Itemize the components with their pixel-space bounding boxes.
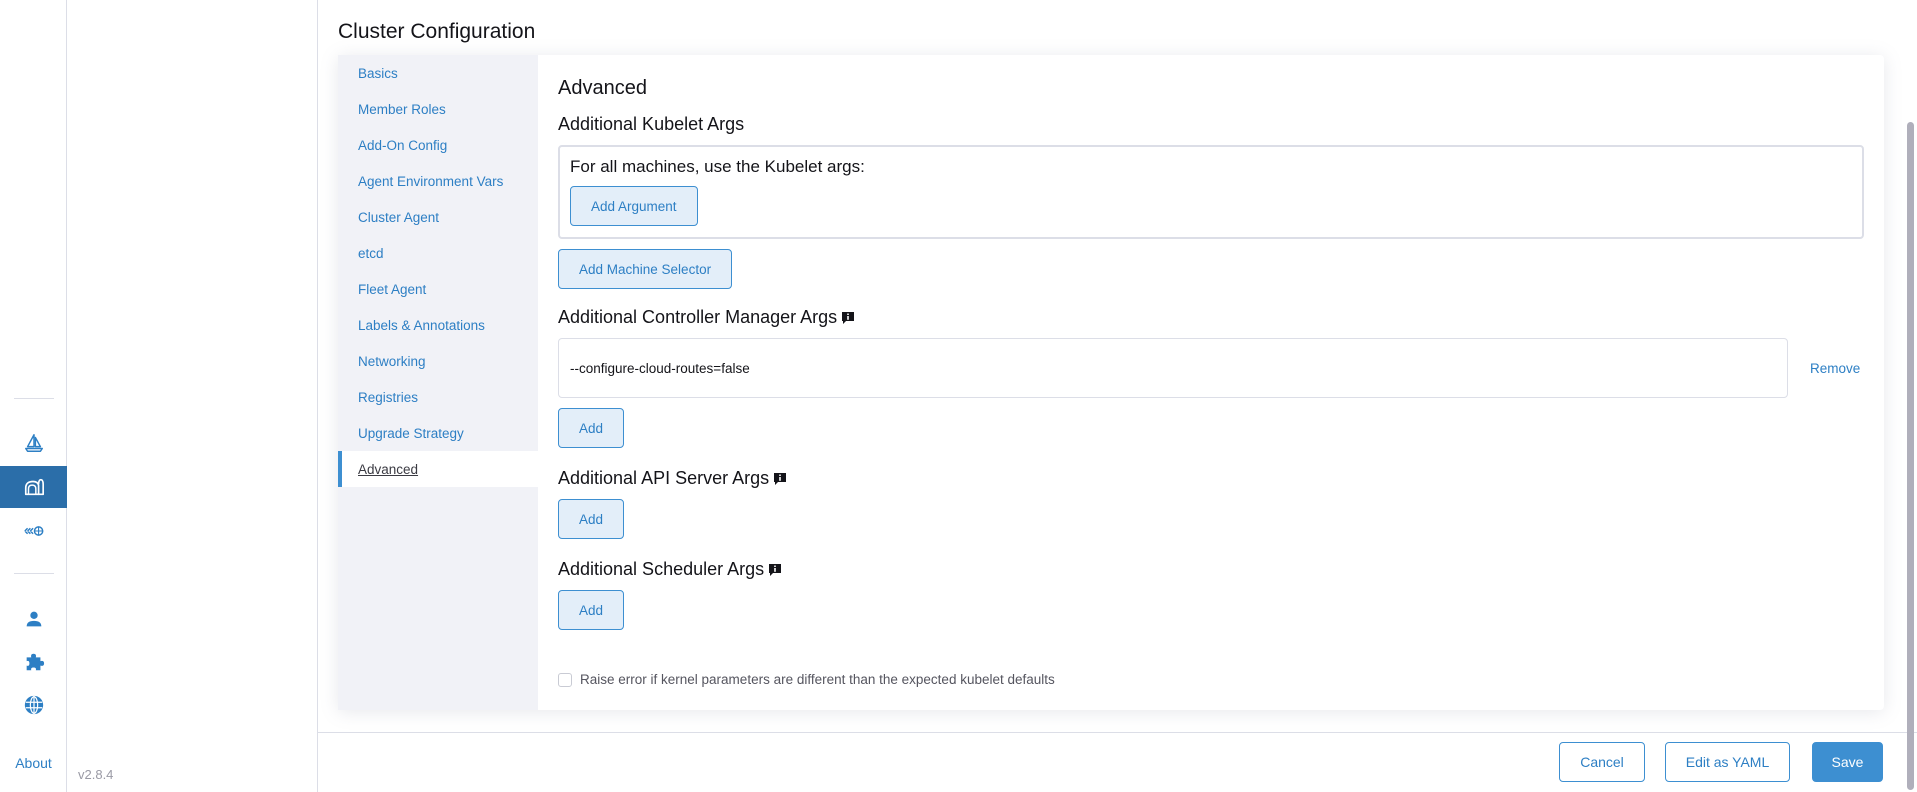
edit-as-yaml-button[interactable]: Edit as YAML — [1665, 742, 1790, 782]
add-api-server-arg-button[interactable]: Add — [558, 499, 625, 539]
kubelet-args-title: Additional Kubelet Args — [558, 114, 1864, 135]
footer-divider — [318, 732, 1917, 733]
controller-manager-args-title-text: Additional Controller Manager Args — [558, 307, 838, 327]
add-argument-button[interactable]: Add Argument — [570, 186, 698, 226]
api-server-args-title-text: Additional API Server Args — [558, 468, 770, 488]
kernel-params-checkbox[interactable] — [558, 672, 572, 687]
tab-label: Member Roles — [358, 101, 446, 117]
kubelet-args-title-text: Additional Kubelet Args — [558, 114, 745, 134]
section-title: Advanced — [558, 77, 647, 99]
vertical-scrollbar[interactable] — [1907, 122, 1914, 790]
tab-add-on-config[interactable]: Add-On Config — [338, 127, 538, 163]
version-label: v2.8.4 — [78, 767, 114, 782]
save-button[interactable]: Save — [1812, 742, 1883, 782]
controller-manager-arg-input[interactable]: --configure-cloud-routes=false — [558, 338, 1788, 398]
tab-agent-environment-vars[interactable]: Agent Environment Vars — [338, 163, 538, 199]
scheduler-args-title: Additional Scheduler Args — [558, 559, 1864, 580]
tab-label: Networking — [358, 353, 426, 369]
tab-etcd[interactable]: etcd — [338, 235, 538, 271]
rail-divider — [14, 573, 54, 574]
api-server-args-title: Additional API Server Args — [558, 468, 1864, 489]
kernel-params-label[interactable]: Raise error if kernel parameters are dif… — [580, 672, 1055, 687]
rail-divider — [14, 398, 54, 399]
info-icon[interactable] — [841, 311, 855, 325]
tab-label: Basics — [358, 65, 398, 81]
cluster-management-icon — [24, 478, 44, 496]
add-machine-selector-button[interactable]: Add Machine Selector — [558, 249, 733, 289]
side-rail: About — [0, 0, 67, 792]
rail-item-fleet[interactable] — [0, 422, 67, 464]
tab-registries[interactable]: Registries — [338, 379, 538, 415]
tab-member-roles[interactable]: Member Roles — [338, 91, 538, 127]
extensions-icon — [26, 653, 44, 671]
tab-labels-annotations[interactable]: Labels & Annotations — [338, 307, 538, 343]
app-root: About v2.8.4 Cluster Configuration Basic… — [0, 0, 1917, 792]
controller-manager-arg-row: --configure-cloud-routes=false Remove — [558, 338, 1864, 398]
tab-label: Add-On Config — [358, 137, 448, 153]
tab-label: Upgrade Strategy — [358, 425, 464, 441]
tab-label: Labels & Annotations — [358, 317, 485, 333]
kernel-check-row: Raise error if kernel parameters are dif… — [558, 672, 1055, 687]
remove-arg-link[interactable]: Remove — [1810, 361, 1860, 376]
tab-label: Registries — [358, 389, 419, 405]
network-icon — [23, 526, 43, 536]
info-icon[interactable] — [768, 563, 782, 577]
add-scheduler-arg-button[interactable]: Add — [558, 590, 625, 630]
config-tabs: Basics Member Roles Add-On Config Agent … — [338, 55, 538, 710]
tab-basics[interactable]: Basics — [338, 55, 538, 91]
tab-label: etcd — [358, 245, 384, 261]
rail-item-cluster-management[interactable] — [0, 466, 67, 508]
rail-item-global-settings[interactable] — [0, 684, 67, 726]
config-panel: Basics Member Roles Add-On Config Agent … — [338, 55, 1884, 710]
scheduler-args-title-text: Additional Scheduler Args — [558, 559, 765, 579]
tab-label: Cluster Agent — [358, 209, 440, 225]
info-icon[interactable] — [773, 472, 787, 486]
rail-item-virtualization[interactable] — [0, 510, 67, 552]
sailboat-icon — [24, 434, 43, 452]
kubelet-box-label: For all machines, use the Kubelet args: — [570, 157, 865, 176]
globe-icon — [24, 695, 43, 715]
secondary-nav — [67, 0, 318, 792]
tab-label: Advanced — [358, 461, 419, 477]
tab-upgrade-strategy[interactable]: Upgrade Strategy — [338, 415, 538, 451]
cancel-button[interactable]: Cancel — [1559, 742, 1645, 782]
tab-label: Agent Environment Vars — [358, 173, 504, 189]
main-area: Cluster Configuration Basics Member Role… — [318, 0, 1917, 792]
tab-networking[interactable]: Networking — [338, 343, 538, 379]
rail-item-extensions[interactable] — [0, 641, 67, 683]
about-link[interactable]: About — [0, 755, 67, 771]
user-icon — [26, 611, 41, 627]
tab-advanced[interactable]: Advanced — [338, 451, 538, 487]
advanced-content: Advanced Additional Kubelet Args For all… — [538, 55, 1884, 710]
tab-fleet-agent[interactable]: Fleet Agent — [338, 271, 538, 307]
controller-manager-args-title: Additional Controller Manager Args — [558, 307, 1864, 328]
tab-cluster-agent[interactable]: Cluster Agent — [338, 199, 538, 235]
add-controller-manager-arg-button[interactable]: Add — [558, 408, 625, 448]
rail-item-users[interactable] — [0, 598, 67, 640]
page-title: Cluster Configuration — [338, 20, 536, 43]
tab-label: Fleet Agent — [358, 281, 427, 297]
kubelet-args-box: For all machines, use the Kubelet args: … — [558, 145, 1864, 239]
